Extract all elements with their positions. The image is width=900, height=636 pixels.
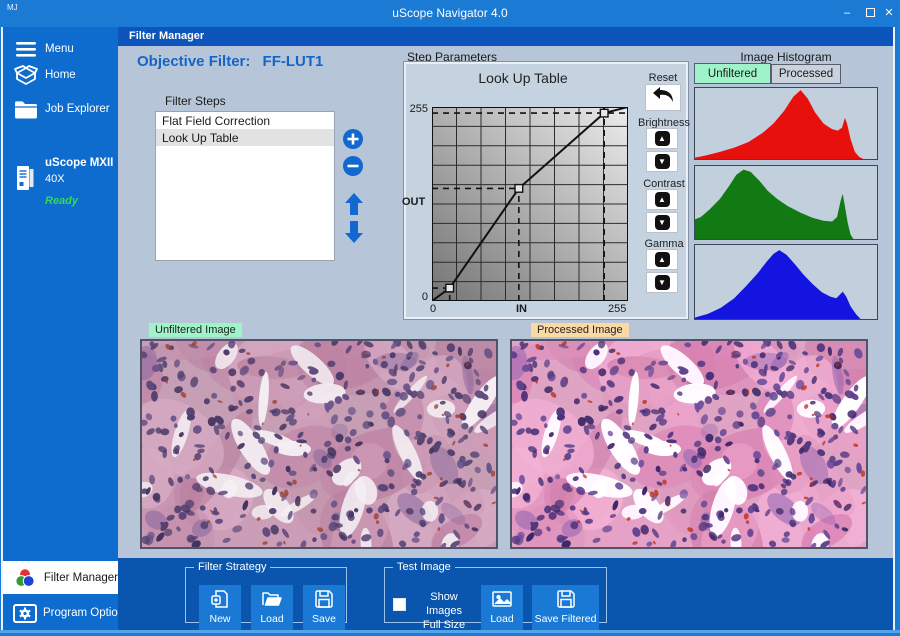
sidebar-item-label: Menu	[45, 43, 74, 55]
microscope-device-icon	[13, 163, 39, 198]
lut-xlabel: IN	[516, 303, 527, 315]
remove-step-button[interactable]	[342, 155, 364, 177]
objective-filter: Objective Filter: FF-LUT1	[137, 53, 323, 70]
image-histogram-label: Image Histogram	[694, 50, 878, 64]
down-triangle-icon: ▼	[655, 275, 670, 290]
up-triangle-icon: ▲	[655, 192, 670, 207]
save-filtered-button[interactable]: Save Filtered	[532, 585, 599, 630]
sidebar-item-label: Program Options	[43, 607, 130, 619]
minimize-icon[interactable]: –	[838, 5, 856, 21]
lut-xmax-tick: 255	[608, 303, 626, 315]
processed-image-label: Processed Image	[531, 323, 629, 337]
maximize-icon[interactable]	[861, 5, 879, 21]
undo-arrow-icon	[650, 85, 676, 110]
gamma-up-button[interactable]: ▲	[646, 249, 678, 270]
brightness-up-button[interactable]: ▲	[646, 128, 678, 149]
reset-button[interactable]	[645, 84, 681, 111]
lut-xmin-tick: 0	[430, 303, 436, 315]
lut-ylabel: OUT	[402, 196, 425, 208]
test-image-group: Test Image Show Images Full Size Load Sa…	[384, 561, 607, 623]
page-header: Filter Manager	[118, 27, 893, 46]
up-triangle-icon: ▲	[655, 131, 670, 146]
footer-bar: Filter Strategy New Load Save	[118, 558, 893, 630]
rgb-circles-icon	[13, 567, 38, 589]
brightness-down-button[interactable]: ▼	[646, 151, 678, 172]
reset-label: Reset	[641, 72, 685, 84]
add-step-button[interactable]	[342, 128, 364, 150]
new-strategy-button[interactable]: New	[199, 585, 241, 630]
load-test-image-button[interactable]: Load	[481, 585, 523, 630]
lut-ymin-tick: 0	[412, 291, 428, 303]
button-label: New	[209, 613, 230, 625]
show-full-size-checkbox[interactable]	[393, 598, 406, 611]
sidebar-item-label: Job Explorer	[45, 103, 110, 115]
histogram-blue	[694, 244, 878, 320]
home-icon	[13, 64, 39, 86]
down-triangle-icon: ▼	[655, 154, 670, 169]
window-title: uScope Navigator 4.0	[0, 6, 900, 20]
button-label: Save	[312, 613, 336, 625]
floppy-save-icon	[303, 589, 345, 612]
processed-image	[510, 339, 868, 549]
list-item-selected[interactable]: Look Up Table	[156, 129, 334, 146]
folder-icon	[13, 100, 39, 119]
checkbox-label: Show Images Full Size	[411, 590, 477, 632]
sidebar-item-home[interactable]: Home	[3, 59, 118, 91]
gear-icon	[13, 604, 37, 623]
hamburger-menu-icon	[13, 42, 39, 57]
button-label: Load	[260, 613, 283, 625]
content-area: Objective Filter: FF-LUT1 Filter Steps F…	[118, 46, 893, 558]
open-folder-icon	[251, 589, 293, 612]
gamma-down-button[interactable]: ▼	[646, 272, 678, 293]
unfiltered-image	[140, 339, 498, 549]
sidebar-item-program-options[interactable]: Program Options	[3, 597, 118, 629]
histogram-green	[694, 165, 878, 240]
sidebar-item-label: Home	[45, 69, 76, 81]
button-label: Save Filtered	[535, 613, 597, 625]
filter-strategy-label: Filter Strategy	[194, 561, 270, 573]
contrast-down-button[interactable]: ▼	[646, 212, 678, 233]
down-triangle-icon: ▼	[655, 215, 670, 230]
processed-image-filtered-layer	[512, 341, 866, 547]
app-window: MJ uScope Navigator 4.0 – ✕ Menu Home Jo…	[0, 0, 900, 636]
move-step-down-button[interactable]	[344, 220, 364, 244]
device-name: uScope MXII	[45, 157, 113, 169]
device-magnification: 40X	[45, 173, 65, 185]
histogram-red	[694, 87, 878, 160]
title-bar: MJ uScope Navigator 4.0 – ✕	[0, 0, 900, 27]
close-icon[interactable]: ✕	[880, 5, 898, 21]
floppy-save-icon	[532, 589, 599, 612]
lut-plot[interactable]	[432, 107, 628, 301]
image-icon	[481, 589, 523, 612]
sidebar-item-job-explorer[interactable]: Job Explorer	[3, 93, 118, 125]
filter-steps-label: Filter Steps	[165, 94, 226, 108]
filter-steps-list[interactable]: Flat Field Correction Look Up Table	[155, 111, 335, 261]
sidebar: Menu Home Job Explorer uScope MXII 40X R…	[3, 27, 118, 630]
sidebar-item-filter-manager[interactable]: Filter Manager	[3, 561, 118, 594]
button-label: Load	[490, 613, 513, 625]
lut-ymax-tick: 255	[404, 103, 428, 115]
page-title: Filter Manager	[129, 30, 204, 42]
move-step-up-button[interactable]	[344, 192, 364, 216]
save-strategy-button[interactable]: Save	[303, 585, 345, 630]
tab-processed[interactable]: Processed	[771, 64, 841, 84]
filter-strategy-group: Filter Strategy New Load Save	[185, 561, 347, 623]
test-image-label: Test Image	[393, 561, 455, 573]
up-triangle-icon: ▲	[655, 252, 670, 267]
load-strategy-button[interactable]: Load	[251, 585, 293, 630]
list-item[interactable]: Flat Field Correction	[156, 112, 334, 129]
new-document-icon	[199, 589, 241, 612]
unfiltered-image-label: Unfiltered Image	[149, 323, 242, 337]
objective-filter-value: FF-LUT1	[263, 53, 324, 70]
objective-filter-label: Objective Filter:	[137, 53, 250, 70]
contrast-up-button[interactable]: ▲	[646, 189, 678, 210]
device-status-ready: Ready	[45, 195, 78, 207]
window-border	[895, 27, 900, 630]
tab-unfiltered[interactable]: Unfiltered	[694, 63, 771, 84]
window-border	[1, 27, 3, 636]
lut-chart-title: Look Up Table	[418, 70, 628, 86]
sidebar-item-label: Filter Manager	[44, 572, 118, 584]
